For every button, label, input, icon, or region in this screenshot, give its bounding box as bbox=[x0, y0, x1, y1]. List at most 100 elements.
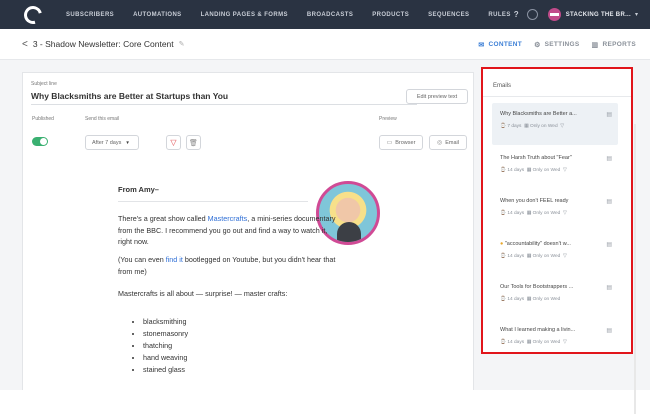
email-item-schedule: Only on Wed bbox=[532, 168, 561, 173]
filter-icon: ▽ bbox=[562, 211, 567, 216]
preview-browser-button[interactable]: ▭ Browser bbox=[379, 135, 423, 150]
paragraph-1-text-a: There's a great show called bbox=[118, 214, 208, 223]
published-toggle[interactable] bbox=[32, 137, 48, 146]
published-label: Published bbox=[32, 116, 54, 122]
paragraph-3[interactable]: Mastercrafts is all about — surprise! — … bbox=[118, 288, 338, 300]
email-item-title: ● "accountability" doesn't w... bbox=[500, 241, 598, 247]
send-delay-value: After 7 days bbox=[92, 139, 122, 146]
filter-icon: ▽ bbox=[562, 254, 567, 259]
send-delay-select[interactable]: After 7 days ▼ bbox=[85, 135, 139, 150]
email-editor-card: Subject line Why Blacksmiths are Better … bbox=[22, 72, 474, 390]
mail-icon: ✉ bbox=[478, 41, 485, 49]
subject-label: Subject line bbox=[31, 81, 57, 87]
page-scrollbar[interactable] bbox=[634, 124, 636, 414]
nav-automations[interactable]: AUTOMATIONS bbox=[133, 12, 182, 18]
preview-browser-label: Browser bbox=[395, 139, 416, 146]
nav-subscribers[interactable]: SUBSCRIBERS bbox=[66, 12, 114, 18]
drag-handle-icon[interactable]: ▤ bbox=[606, 241, 612, 248]
drag-handle-icon[interactable]: ▤ bbox=[606, 155, 612, 162]
email-item-schedule: Only on Wed bbox=[532, 254, 561, 259]
nav-right: ? STACKING THE BR... ▾ bbox=[514, 0, 638, 29]
email-item-2[interactable]: The Harsh Truth about "Fear" ▤ ⌚ 14 days… bbox=[492, 147, 618, 189]
email-item-6[interactable]: What I learned making a livin... ▤ ⌚ 14 … bbox=[492, 319, 618, 352]
list-item[interactable]: blacksmithing bbox=[143, 316, 188, 328]
email-item-title: Our Tools for Bootstrappers ... bbox=[500, 284, 574, 290]
filter-icon: ▽ bbox=[562, 168, 567, 173]
greeting-divider bbox=[118, 201, 308, 202]
caret-down-icon: ▼ bbox=[125, 140, 130, 145]
preview-email-label: Email bbox=[445, 139, 459, 146]
find-it-link[interactable]: find it bbox=[166, 255, 183, 264]
email-item-days: 14 days bbox=[507, 211, 525, 216]
drag-handle-icon[interactable]: ▤ bbox=[606, 327, 612, 334]
send-icon: ◎ bbox=[436, 140, 443, 146]
tab-content[interactable]: ✉ CONTENT bbox=[478, 41, 522, 49]
email-item-5[interactable]: Our Tools for Bootstrappers ... ▤ ⌚ 14 d… bbox=[492, 276, 618, 318]
list-item[interactable]: hand weaving bbox=[143, 352, 188, 364]
email-item-1[interactable]: Why Blacksmiths are Better a... ▤ ⌚ 7 da… bbox=[492, 103, 618, 145]
email-item-days: 14 days bbox=[507, 297, 525, 302]
convertkit-logo-icon[interactable] bbox=[20, 2, 46, 27]
email-item-meta: ⌚ 14 days ▦ Only on Wed ▽ bbox=[500, 254, 567, 259]
help-icon[interactable]: ? bbox=[514, 10, 519, 19]
sequence-tabs: ✉ CONTENT ⚙ SETTINGS ▥ REPORTS bbox=[466, 29, 636, 60]
nav-rules[interactable]: RULES bbox=[488, 12, 510, 18]
subject-input[interactable]: Why Blacksmiths are Better at Startups t… bbox=[31, 91, 228, 101]
emails-panel: Emails Why Blacksmiths are Better a... ▤… bbox=[481, 67, 633, 354]
list-item[interactable]: thatching bbox=[143, 340, 188, 352]
back-icon[interactable]: < bbox=[22, 39, 28, 50]
tab-reports-label: REPORTS bbox=[602, 41, 636, 48]
email-item-title: When you don't FEEL ready bbox=[500, 198, 569, 204]
mastercrafts-link[interactable]: Mastercrafts bbox=[208, 214, 248, 223]
preview-label: Preview bbox=[379, 116, 397, 122]
email-item-4[interactable]: ● "accountability" doesn't w... ▤ ⌚ 14 d… bbox=[492, 233, 618, 275]
email-item-meta: ⌚ 14 days ▦ Only on Wed ▽ bbox=[500, 340, 567, 345]
pencil-icon[interactable]: ✎ bbox=[179, 40, 185, 48]
email-item-days: 14 days bbox=[507, 340, 525, 345]
drag-handle-icon[interactable]: ▤ bbox=[606, 284, 612, 291]
email-item-3[interactable]: When you don't FEEL ready ▤ ⌚ 14 days ▦ … bbox=[492, 190, 618, 232]
paragraph-2[interactable]: (You can even find it bootlegged on Yout… bbox=[118, 254, 338, 277]
nav-landing-pages-forms[interactable]: LANDING PAGES & FORMS bbox=[201, 12, 288, 18]
email-item-days: 14 days bbox=[507, 168, 525, 173]
list-item[interactable]: stained glass bbox=[143, 364, 188, 376]
email-item-meta: ⌚ 14 days ▦ Only on Wed ▽ bbox=[500, 168, 567, 173]
send-label: Send this email bbox=[85, 116, 120, 122]
nav-broadcasts[interactable]: BROADCASTS bbox=[307, 12, 353, 18]
bar-chart-icon: ▥ bbox=[591, 41, 599, 49]
email-item-title-text: "accountability" doesn't w... bbox=[504, 241, 571, 247]
email-item-days: 14 days bbox=[507, 254, 525, 259]
account-avatar[interactable] bbox=[547, 8, 561, 21]
paragraph-1[interactable]: There's a great show called Mastercrafts… bbox=[118, 213, 338, 248]
emails-panel-title: Emails bbox=[493, 83, 512, 89]
edit-preview-text-button[interactable]: Edit preview text bbox=[406, 89, 468, 104]
top-nav: SUBSCRIBERS AUTOMATIONS LANDING PAGES & … bbox=[0, 0, 650, 29]
email-item-meta: ⌚ 14 days ▦ Only on Wed ▽ bbox=[500, 211, 567, 216]
browser-icon: ▭ bbox=[386, 140, 393, 146]
email-item-title: The Harsh Truth about "Fear" bbox=[500, 155, 572, 161]
notifications-icon[interactable] bbox=[526, 9, 538, 20]
tab-reports[interactable]: ▥ REPORTS bbox=[592, 41, 636, 49]
nav-products[interactable]: PRODUCTS bbox=[372, 12, 409, 18]
drag-handle-icon[interactable]: ▤ bbox=[606, 198, 612, 205]
crafts-list: blacksmithing stonemasonry thatching han… bbox=[133, 316, 188, 376]
drag-handle-icon[interactable]: ▤ bbox=[606, 111, 612, 118]
email-item-schedule: Only on Wed bbox=[532, 211, 561, 216]
tab-settings-label: SETTINGS bbox=[544, 41, 580, 48]
tab-content-label: CONTENT bbox=[488, 41, 523, 48]
tab-settings[interactable]: ⚙ SETTINGS bbox=[534, 41, 579, 49]
gear-icon: ⚙ bbox=[534, 41, 541, 49]
nav-sequences[interactable]: SEQUENCES bbox=[428, 12, 469, 18]
account-name[interactable]: STACKING THE BR... bbox=[566, 12, 631, 18]
trash-icon[interactable]: 🗑 bbox=[186, 135, 201, 150]
preview-email-button[interactable]: ◎ Email bbox=[429, 135, 467, 150]
list-item[interactable]: stonemasonry bbox=[143, 328, 188, 340]
subject-underline bbox=[31, 104, 417, 105]
email-greeting[interactable]: From Amy– bbox=[118, 185, 159, 194]
filter-icon[interactable]: ▽ bbox=[166, 135, 181, 150]
paragraph-2-text-a: (You can even bbox=[118, 255, 166, 264]
email-item-days: 7 days bbox=[507, 124, 522, 129]
email-item-schedule: Only on Wed bbox=[529, 124, 558, 129]
email-item-meta: ⌚ 14 days ▦ Only on Wed bbox=[500, 297, 561, 302]
chevron-down-icon[interactable]: ▾ bbox=[635, 11, 638, 18]
